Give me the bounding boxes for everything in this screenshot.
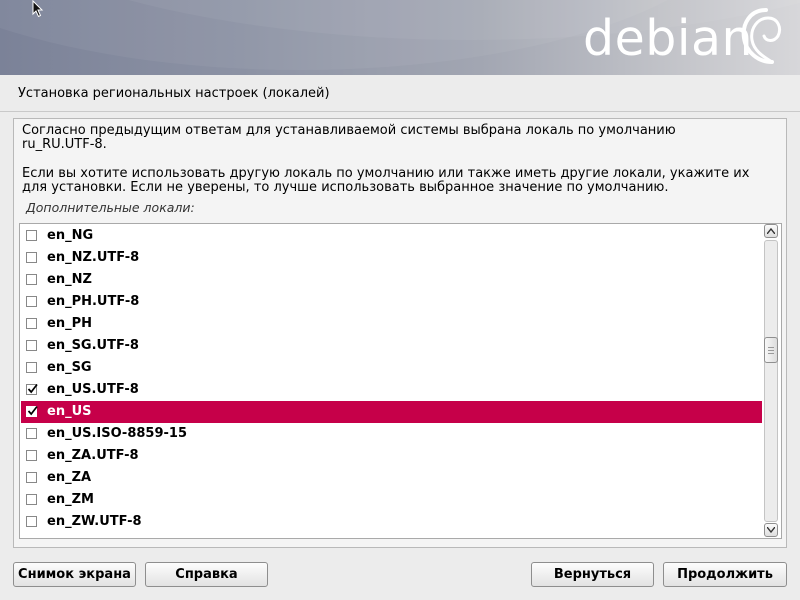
description-line: Согласно предыдущим ответам для устанавл… <box>22 123 676 138</box>
locale-label: en_ZA <box>47 470 92 485</box>
locale-label: en_SG <box>47 360 92 375</box>
locale-label: en_NZ <box>47 272 92 287</box>
scroll-thumb[interactable] <box>764 337 778 364</box>
locale-label: en_US <box>47 404 92 419</box>
debian-logo-text: debian <box>583 10 754 67</box>
locale-checkbox[interactable] <box>26 405 38 417</box>
locale-checkbox[interactable] <box>26 252 37 263</box>
scrollbar[interactable] <box>762 224 780 538</box>
locale-item[interactable]: en_US.ISO-8859-15 <box>21 423 762 445</box>
checkmark-icon <box>27 405 38 416</box>
description-paragraph: Если вы хотите использовать другую локал… <box>22 167 782 195</box>
locale-item[interactable]: en_NG <box>21 225 762 247</box>
locale-item[interactable]: en_NZ <box>21 269 762 291</box>
continue-button[interactable]: Продолжить <box>663 562 787 587</box>
description-paragraph: Согласно предыдущим ответам для устанавл… <box>22 124 782 152</box>
locale-checkbox[interactable] <box>26 296 37 307</box>
locale-label: en_PH <box>47 316 92 331</box>
checkmark-icon <box>27 383 38 394</box>
locale-label: en_SG.UTF-8 <box>47 338 139 353</box>
scroll-up-button[interactable] <box>764 224 778 238</box>
locale-checkbox[interactable] <box>26 494 37 505</box>
thumb-grip <box>768 347 774 349</box>
locale-label: en_NZ.UTF-8 <box>47 250 140 265</box>
locale-item[interactable]: en_PH <box>21 313 762 335</box>
locale-label: en_NG <box>47 228 94 243</box>
locale-item[interactable]: en_US.UTF-8 <box>21 379 762 401</box>
locale-item[interactable]: en_ZM <box>21 489 762 511</box>
locale-item[interactable]: en_SG.UTF-8 <box>21 335 762 357</box>
thumb-grip <box>768 350 774 352</box>
locale-label: en_US.ISO-8859-15 <box>47 426 187 441</box>
back-button[interactable]: Вернуться <box>531 562 654 587</box>
locale-label: en_ZW.UTF-8 <box>47 514 142 529</box>
locale-item[interactable]: en_US <box>21 401 762 423</box>
description-line: Если вы хотите использовать другую локал… <box>22 166 750 181</box>
locale-item[interactable]: en_PH.UTF-8 <box>21 291 762 313</box>
help-button[interactable]: Справка <box>145 562 268 587</box>
debian-swirl-icon <box>741 8 782 64</box>
locale-checkbox[interactable] <box>26 362 37 373</box>
locale-label: en_US.UTF-8 <box>47 382 139 397</box>
scroll-down-arrow-icon <box>767 527 775 533</box>
locale-list-label: Дополнительные локали: <box>26 200 195 215</box>
page-title: Установка региональных настроек (локалей… <box>18 86 330 101</box>
locale-label: en_ZM <box>47 492 94 507</box>
mouse-cursor-icon <box>32 0 44 18</box>
locale-checkbox[interactable] <box>26 230 37 241</box>
header-banner: debian <box>0 0 800 75</box>
locale-checkbox[interactable] <box>26 450 37 461</box>
divider <box>0 111 800 112</box>
scroll-down-button[interactable] <box>764 523 778 537</box>
locale-item[interactable]: en_ZA.UTF-8 <box>21 445 762 467</box>
locale-item[interactable]: en_ZW.UTF-8 <box>21 511 762 533</box>
locale-checkbox[interactable] <box>26 428 37 439</box>
locale-label: en_ZA.UTF-8 <box>47 448 139 463</box>
scroll-up-arrow-icon <box>767 228 775 234</box>
locale-checklist[interactable]: en_NG en_NZ.UTF-8 en_NZ en_PH.UTF-8 en_PH en_… <box>19 223 782 539</box>
locale-item[interactable]: en_ZA <box>21 467 762 489</box>
locale-checkbox[interactable] <box>26 318 37 329</box>
scroll-track[interactable] <box>764 240 778 522</box>
thumb-grip <box>768 353 774 355</box>
locale-label: en_PH.UTF-8 <box>47 294 140 309</box>
screenshot-button[interactable]: Снимок экрана <box>13 562 136 587</box>
locale-checkbox[interactable] <box>26 516 37 527</box>
locale-item[interactable]: en_NZ.UTF-8 <box>21 247 762 269</box>
locale-checkbox[interactable] <box>26 472 37 483</box>
locale-checkbox[interactable] <box>26 340 37 351</box>
locale-item[interactable]: en_SG <box>21 357 762 379</box>
locale-checkbox[interactable] <box>26 383 38 395</box>
description-line: ru_RU.UTF-8. <box>22 137 107 152</box>
description-line: для установки. Если не уверены, то лучше… <box>22 180 669 195</box>
locale-checkbox[interactable] <box>26 274 37 285</box>
